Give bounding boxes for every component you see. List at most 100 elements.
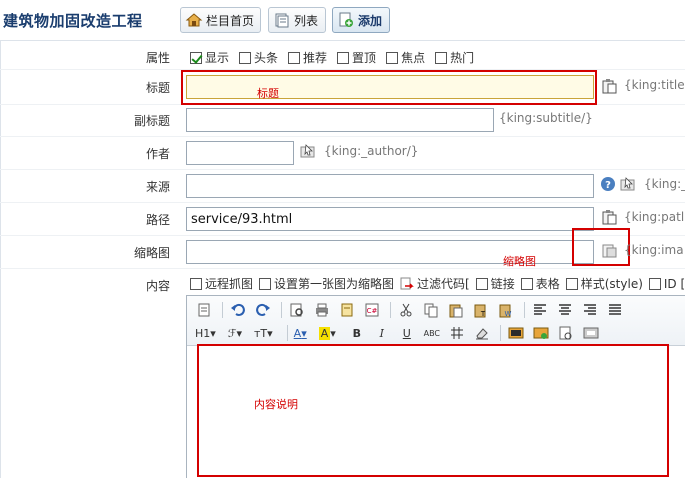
checkbox-first-image-thumb[interactable]	[259, 277, 272, 290]
checkbox-recommend[interactable]	[288, 51, 301, 64]
bg-color-dropdown[interactable]: A ▾	[317, 323, 338, 343]
template-icon[interactable]	[336, 300, 358, 320]
align-right-icon[interactable]	[579, 300, 601, 320]
redo-icon[interactable]	[252, 300, 274, 320]
checkbox-top[interactable]	[337, 51, 350, 64]
checkbox-headline[interactable]	[239, 51, 252, 64]
preview-icon[interactable]	[286, 300, 308, 320]
thumbnail-tag: {king:ima	[624, 243, 684, 257]
underline-button[interactable]: U	[396, 323, 418, 343]
list-button[interactable]: 列表	[268, 7, 326, 33]
path-tag: {king:patl	[624, 210, 685, 224]
align-center-icon[interactable]	[554, 300, 576, 320]
bold-button[interactable]: B	[346, 323, 368, 343]
insert-video-icon[interactable]	[580, 323, 602, 343]
source-label: 来源	[145, 180, 170, 194]
paste-word-icon[interactable]: W	[495, 300, 517, 320]
source-pick-icon[interactable]	[620, 176, 636, 192]
author-pick-icon[interactable]	[300, 143, 316, 159]
subtitle-tag: {king:subtitle/}	[499, 111, 593, 125]
thumbnail-label: 缩略图	[133, 246, 170, 260]
chevron-down-icon: ▾	[210, 326, 216, 340]
clipboard-icon[interactable]	[601, 78, 617, 94]
opt-remote-fetch[interactable]: 远程抓图	[190, 275, 253, 292]
toolbar-separator	[222, 302, 223, 318]
path-clipboard-icon[interactable]	[601, 209, 617, 225]
insert-image-icon[interactable]	[505, 323, 527, 343]
content-options: 远程抓图 设置第一张图为缩略图 过滤代码[ 链接 表格 样式(style) ID…	[190, 275, 685, 292]
help-icon[interactable]: ?	[600, 176, 616, 192]
strikethrough-button[interactable]: ABC	[421, 323, 443, 343]
font-size-dropdown[interactable]: тT ▾	[252, 323, 275, 343]
list-label: 列表	[294, 13, 319, 28]
toolbar-separator	[390, 302, 391, 318]
chevron-down-icon: ▾	[236, 326, 242, 340]
checkbox-style[interactable]	[565, 277, 578, 290]
checkbox-id[interactable]	[648, 277, 661, 290]
opt-table[interactable]: 表格	[520, 275, 560, 292]
toolbar-separator	[499, 325, 501, 341]
toolbar-separator	[286, 325, 288, 341]
author-input[interactable]	[186, 141, 294, 165]
source-code-icon[interactable]	[193, 300, 215, 320]
cut-icon[interactable]	[395, 300, 417, 320]
font-color-dropdown[interactable]: A ▾	[292, 323, 309, 343]
opt-link[interactable]: 链接	[475, 275, 515, 292]
thumbnail-upload-icon[interactable]	[601, 242, 617, 258]
row-divider	[0, 202, 685, 203]
thumbnail-annotation-text: 缩略图	[503, 255, 536, 268]
opt-first-image-thumb[interactable]: 设置第一张图为缩略图	[259, 275, 394, 292]
italic-button[interactable]: I	[371, 323, 393, 343]
attr-hot[interactable]: 热门	[435, 49, 474, 66]
checkbox-remote-fetch[interactable]	[190, 277, 202, 290]
opt-filter-code[interactable]: 过滤代码[	[400, 275, 470, 292]
checkbox-link[interactable]	[475, 277, 488, 290]
code-icon[interactable]: C#	[361, 300, 383, 320]
undo-icon[interactable]	[227, 300, 249, 320]
opt-id[interactable]: ID [	[648, 275, 685, 292]
font-family-dropdown[interactable]: ℱ ▾	[226, 323, 244, 343]
source-input[interactable]	[186, 174, 594, 198]
toolbar-separator	[281, 302, 282, 318]
subtitle-label: 副标题	[133, 114, 170, 128]
attributes-label: 属性	[145, 51, 170, 65]
attr-top[interactable]: 置顶	[337, 49, 376, 66]
align-left-icon[interactable]	[529, 300, 551, 320]
chevron-down-icon: ▾	[267, 326, 273, 340]
align-justify-icon[interactable]	[604, 300, 626, 320]
copy-icon[interactable]	[420, 300, 442, 320]
page-header: 建筑物加固改造工程 栏目首页 列表 添加	[0, 0, 685, 41]
svg-text:?: ?	[605, 180, 611, 191]
row-divider	[0, 136, 685, 137]
path-input[interactable]	[186, 207, 594, 231]
paste-icon[interactable]	[445, 300, 467, 320]
attr-recommend[interactable]: 推荐	[288, 49, 327, 66]
attr-focus[interactable]: 焦点	[386, 49, 425, 66]
checkbox-hot[interactable]	[435, 51, 448, 64]
paste-text-icon[interactable]: T	[470, 300, 492, 320]
chevron-down-icon: ▾	[330, 326, 336, 340]
subtitle-input[interactable]	[186, 108, 494, 132]
row-divider	[0, 268, 685, 269]
print-icon[interactable]	[311, 300, 333, 320]
insert-media-icon[interactable]	[530, 323, 552, 343]
table-grid-icon[interactable]	[446, 323, 468, 343]
checkbox-focus[interactable]	[386, 51, 399, 64]
attr-headline[interactable]: 头条	[239, 49, 278, 66]
opt-style[interactable]: 样式(style)	[565, 275, 643, 292]
author-label: 作者	[145, 147, 170, 161]
title-label: 标题	[145, 81, 170, 95]
home-icon	[185, 12, 203, 28]
checkbox-table[interactable]	[520, 277, 533, 290]
insert-flash-icon[interactable]	[555, 323, 577, 343]
column-home-button[interactable]: 栏目首页	[180, 7, 261, 33]
checkbox-show[interactable]	[190, 51, 202, 64]
attr-show[interactable]: 显示	[190, 49, 229, 66]
eraser-icon[interactable]	[471, 323, 493, 343]
add-button[interactable]: 添加	[332, 7, 390, 33]
content-annotation-text: 内容说明	[254, 398, 298, 411]
list-icon	[273, 12, 291, 28]
editor-toolbar: C# T W H1 ▾ ℱ ▾ тT ▾ A ▾ A ▾ B I U ABC	[187, 296, 685, 346]
heading-dropdown[interactable]: H1 ▾	[193, 323, 218, 343]
toolbar-row-2: H1 ▾ ℱ ▾ тT ▾ A ▾ A ▾ B I U ABC	[193, 322, 605, 344]
